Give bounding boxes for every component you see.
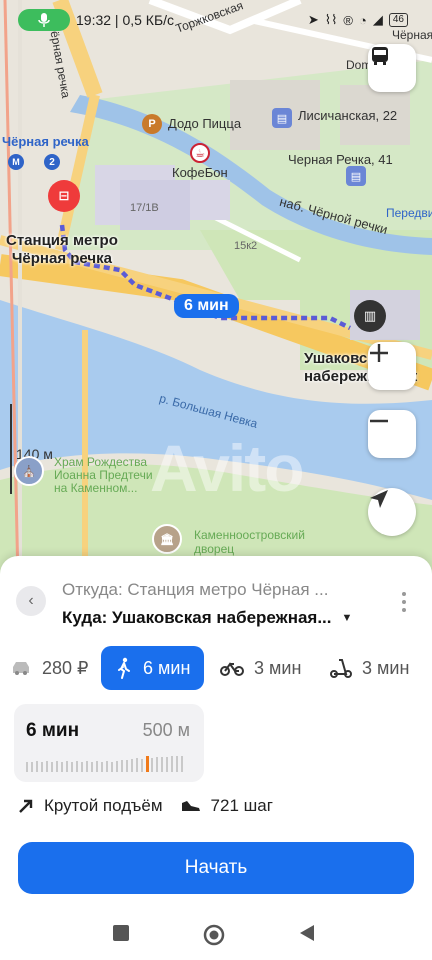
route-duration-badge[interactable]: 6 мин xyxy=(174,294,239,318)
feature-steep-climb: Крутой подъём xyxy=(18,796,163,816)
bus-icon xyxy=(372,47,388,65)
building-icon: ▤ xyxy=(272,108,292,128)
microphone-icon xyxy=(38,13,50,27)
building-icon: ▤ xyxy=(346,166,366,186)
poi-label-church[interactable]: Храм Рождества Иоанна Предтечи на Каменн… xyxy=(54,456,153,495)
status-time: 19:32 | 0,5 КБ/с xyxy=(76,12,175,28)
route-from[interactable]: Откуда: Станция метро Чёрная ... xyxy=(62,580,328,600)
metro-icon: M xyxy=(8,154,24,170)
route-features: Крутой подъём 721 шаг xyxy=(18,796,273,816)
feature-steps: 721 шаг xyxy=(181,796,273,816)
transport-button[interactable] xyxy=(368,44,416,92)
feature-steps-label: 721 шаг xyxy=(210,796,273,815)
scale-bar xyxy=(10,404,12,494)
battery-icon: 46 xyxy=(388,13,408,27)
back-button[interactable]: ‹ xyxy=(16,586,46,616)
signal-icon: ⌇⌇ xyxy=(324,12,338,27)
minus-icon xyxy=(370,419,388,423)
poi-label-kofebon[interactable]: КофеБон xyxy=(172,165,228,180)
taxi-icon xyxy=(13,662,29,675)
map-label: Передви xyxy=(386,206,432,220)
poi-label-palace[interactable]: Каменноостровский дворец xyxy=(194,528,305,556)
map-view[interactable]: Чёрная речка Торжковская Чёрная Dom M 2 … xyxy=(0,0,432,580)
caret-down-icon: ▼ xyxy=(341,612,353,624)
plus-icon xyxy=(370,344,388,362)
more-options-icon[interactable] xyxy=(402,592,408,612)
system-nav-bar xyxy=(0,912,432,960)
recent-apps-icon[interactable] xyxy=(112,924,130,942)
shoe-icon xyxy=(181,801,200,811)
start-button[interactable]: Начать xyxy=(18,842,414,894)
steep-climb-icon xyxy=(19,799,33,813)
palace-icon[interactable]: 🏛 xyxy=(152,524,182,554)
route-panel: ‹ Откуда: Станция метро Чёрная ... Куда:… xyxy=(0,556,432,960)
status-icons: ➤ ⌇⌇ ® ◔ ◢ 46 xyxy=(308,12,408,28)
route-distance: 500 м xyxy=(142,720,190,740)
route-time: 6 мин xyxy=(26,720,80,741)
church-icon[interactable]: ⛪ xyxy=(14,456,44,486)
address-label: Лисичанская, 22 xyxy=(298,108,398,123)
metro-label: Чёрная речка xyxy=(2,134,89,149)
mode-bike[interactable]: 3 мин xyxy=(220,646,301,690)
metro-station-marker-icon[interactable]: ⊟ xyxy=(48,180,80,212)
cellular-icon: ◢ xyxy=(372,12,383,27)
metro-line-badge: 2 xyxy=(44,154,60,170)
mode-walk-label: 6 мин xyxy=(143,657,191,678)
route-summary-card[interactable]: 6 мин 500 м xyxy=(14,704,204,782)
zoom-out-button[interactable] xyxy=(368,410,416,458)
home-icon[interactable] xyxy=(203,924,225,946)
my-location-button[interactable] xyxy=(368,488,416,536)
transport-modes: 280 ₽ 6 мин 3 мин 3 мин xyxy=(0,646,432,690)
mode-bike-label: 3 мин xyxy=(254,657,302,678)
pizza-icon[interactable]: P xyxy=(142,114,162,134)
mode-scooter[interactable]: 3 мин xyxy=(330,646,409,690)
building-number: 15к2 xyxy=(234,240,258,252)
address-label: Черная Речка, 41 xyxy=(288,152,393,167)
zoom-in-button[interactable] xyxy=(368,342,416,390)
poi-label-dodo[interactable]: Додо Пицца xyxy=(168,116,241,131)
watermark: Avito xyxy=(150,431,305,505)
feature-steep-climb-label: Крутой подъём xyxy=(44,796,163,815)
wifi-icon: ◔ xyxy=(359,12,367,28)
cafe-icon[interactable]: ☕ xyxy=(190,143,210,163)
scooter-icon xyxy=(330,659,352,678)
navigation-arrow-icon: ➤ xyxy=(307,12,319,27)
walk-icon xyxy=(118,657,130,679)
mic-indicator xyxy=(18,9,70,31)
bike-icon xyxy=(220,662,244,676)
mode-taxi-label: 280 ₽ xyxy=(42,657,89,678)
route-to[interactable]: Куда: Ушаковская набережная... ▼ xyxy=(62,608,352,628)
location-arrow-icon xyxy=(370,490,388,508)
destination-marker-icon[interactable]: ▥ xyxy=(354,300,386,332)
start-station-label: Станция метро Чёрная речка xyxy=(6,232,118,267)
status-bar: 19:32 | 0,5 КБ/с ➤ ⌇⌇ ® ◔ ◢ 46 xyxy=(0,0,432,40)
elevation-profile xyxy=(26,756,183,772)
mode-taxi[interactable]: 280 ₽ xyxy=(10,646,89,690)
registered-icon: ® xyxy=(343,12,354,28)
building-number: 17/1В xyxy=(130,202,159,214)
mode-scooter-label: 3 мин xyxy=(362,657,410,678)
back-nav-icon[interactable] xyxy=(298,924,316,942)
mode-walk[interactable]: 6 мин xyxy=(101,646,205,690)
route-to-label: Куда: Ушаковская набережная... xyxy=(62,608,332,627)
chevron-left-icon: ‹ xyxy=(28,592,34,609)
